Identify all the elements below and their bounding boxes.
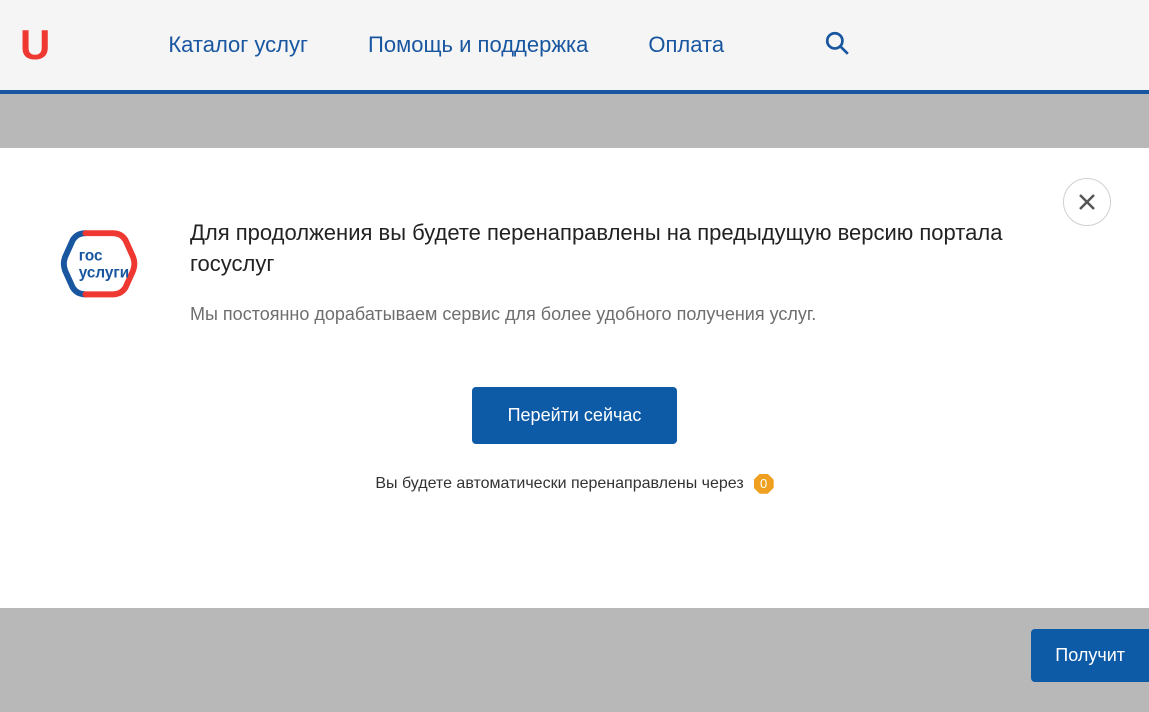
nav-help[interactable]: Помощь и поддержка — [368, 32, 588, 58]
get-service-button[interactable]: Получит — [1031, 629, 1149, 682]
svg-text:гос: гос — [79, 247, 103, 264]
modal-subtitle: Мы постоянно дорабатываем сервис для бол… — [190, 302, 1089, 327]
page-header: U Каталог услуг Помощь и поддержка Оплат… — [0, 0, 1149, 94]
redirect-modal: гос услуги Для продолжения вы будете пер… — [0, 148, 1149, 608]
close-button[interactable] — [1063, 178, 1111, 226]
nav-catalog[interactable]: Каталог услуг — [168, 32, 308, 58]
site-logo-fragment: U — [20, 21, 48, 69]
redirect-countdown-text: Вы будете автоматически перенаправлены ч… — [60, 474, 1089, 494]
nav-payment[interactable]: Оплата — [648, 32, 724, 58]
nav-links: Каталог услуг Помощь и поддержка Оплата — [168, 30, 850, 61]
gosuslugi-logo: гос услуги — [60, 223, 150, 313]
gosuslugi-logo-icon: гос услуги — [60, 223, 145, 308]
modal-text-content: Для продолжения вы будете перенаправлены… — [190, 218, 1089, 327]
search-icon — [824, 30, 850, 56]
modal-title: Для продолжения вы будете перенаправлены… — [190, 218, 1089, 280]
modal-actions: Перейти сейчас — [60, 387, 1089, 444]
search-button[interactable] — [824, 30, 850, 61]
close-icon — [1077, 192, 1097, 212]
go-now-button[interactable]: Перейти сейчас — [472, 387, 678, 444]
countdown-badge: 0 — [754, 474, 774, 494]
redirect-label: Вы будете автоматически перенаправлены ч… — [375, 475, 743, 493]
svg-text:услуги: услуги — [79, 264, 129, 281]
modal-body: гос услуги Для продолжения вы будете пер… — [60, 218, 1089, 327]
